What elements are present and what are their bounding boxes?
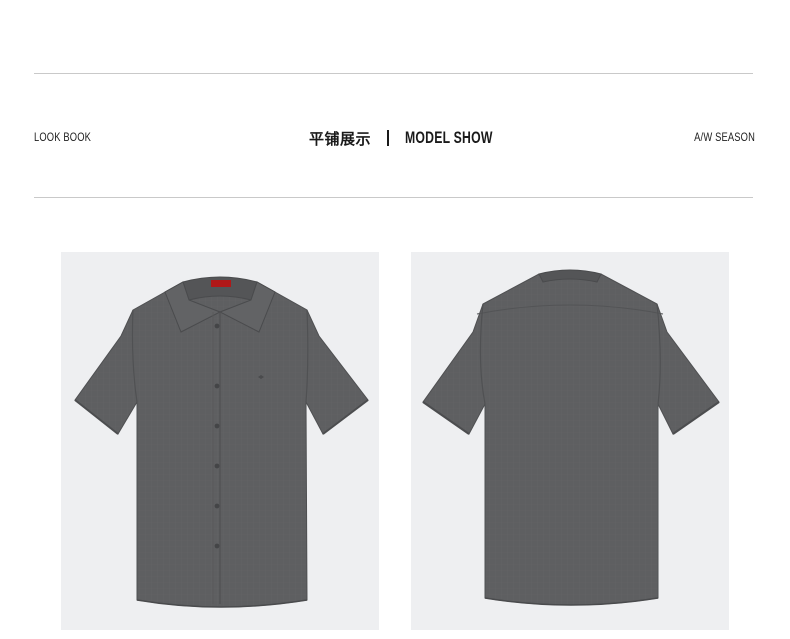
shirt-front-image [61, 252, 379, 630]
season-label: A/W SEASON [694, 130, 755, 144]
shirt-back-image [411, 252, 729, 630]
title-separator [387, 130, 390, 146]
top-divider [34, 73, 753, 74]
look-book-label: LOOK BOOK [34, 130, 92, 144]
shirt-back-illustration [422, 269, 720, 606]
title-chinese: 平铺展示 [309, 129, 372, 148]
section-title: 平铺展示 MODEL SHOW [309, 124, 527, 152]
shirt-front-illustration [74, 276, 369, 608]
title-english: MODEL SHOW [405, 128, 493, 147]
section-header: LOOK BOOK 平铺展示 MODEL SHOW A/W SEASON [34, 124, 755, 152]
bottom-divider [34, 197, 753, 198]
